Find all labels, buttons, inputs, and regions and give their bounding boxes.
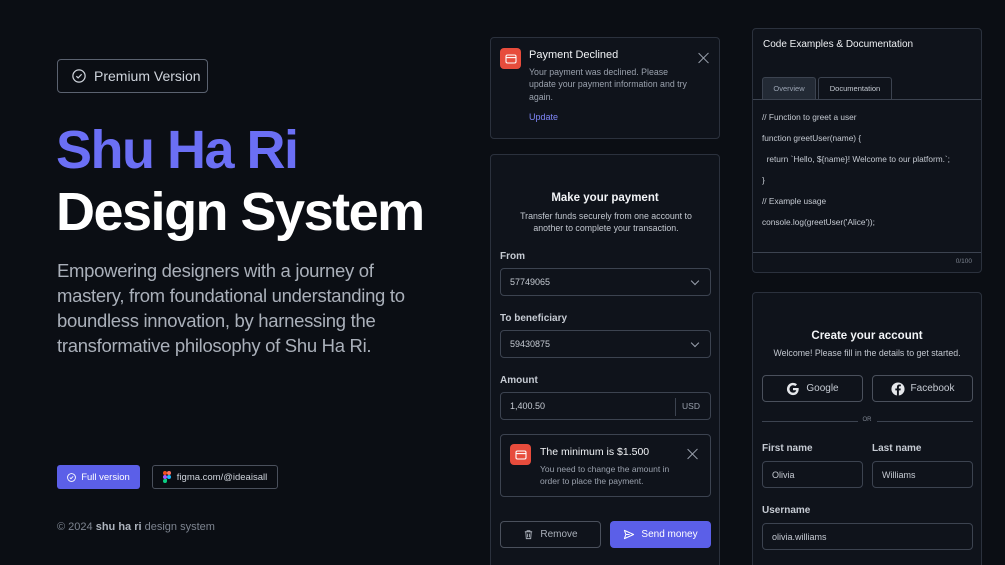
badge-label: Premium Version [94, 68, 201, 84]
code-line: console.log(greetUser('Alice')); [762, 217, 875, 227]
footer-suffix: design system [144, 521, 215, 533]
footer-year: © 2024 [57, 521, 93, 533]
check-circle-icon [67, 472, 77, 482]
account-subtitle: Welcome! Please fill in the details to g… [773, 348, 961, 358]
facebook-button[interactable]: Facebook [872, 375, 973, 402]
last-name-value: Williams [882, 469, 916, 480]
code-line: function greetUser(name) { [762, 133, 862, 143]
from-label: From [500, 251, 525, 262]
currency-label: USD [675, 398, 710, 416]
premium-badge: Premium Version [57, 59, 208, 93]
account-title: Create your account [811, 330, 923, 342]
payment-subtitle: Transfer funds securely from one account… [520, 211, 692, 233]
code-line: return `Hello, ${name}! Welcome to our p… [762, 154, 950, 164]
send-money-button[interactable]: Send money [610, 521, 711, 548]
payment-declined-alert: Payment Declined Your payment was declin… [490, 37, 720, 139]
or-separator: OR [862, 417, 872, 423]
update-link[interactable]: Update [529, 112, 558, 122]
tab-overview[interactable]: Overview [762, 77, 816, 99]
beneficiary-value: 59430875 [510, 339, 551, 349]
google-button[interactable]: Google [762, 375, 863, 402]
character-counter: 0/100 [955, 258, 972, 265]
send-icon [624, 529, 635, 540]
remove-button[interactable]: Remove [500, 521, 601, 548]
full-version-button[interactable]: Full version [57, 465, 140, 489]
divider-right [877, 421, 973, 422]
send-money-label: Send money [641, 529, 698, 540]
check-circle-icon [72, 69, 86, 83]
hero-title-accent: Shu Ha Ri [56, 120, 299, 180]
hero-title-main: Design System [56, 182, 425, 242]
code-line: // Example usage [762, 196, 827, 206]
from-value: 57749065 [510, 277, 551, 287]
google-label: Google [806, 383, 839, 394]
from-select[interactable]: 57749065 [500, 268, 711, 296]
remove-label: Remove [540, 529, 578, 540]
code-line: // Function to greet a user [762, 112, 857, 122]
payment-card: Make your payment Transfer funds securel… [490, 154, 720, 565]
figma-link-button[interactable]: figma.com/@ideaisall [152, 465, 278, 489]
code-editor[interactable]: // Function to greet a user function gre… [753, 99, 981, 253]
close-icon[interactable] [687, 448, 699, 460]
username-value: olivia.williams [772, 531, 827, 542]
first-name-input[interactable]: Olivia [762, 461, 863, 488]
code-examples-card: Code Examples & Documentation Overview D… [752, 28, 982, 273]
username-label: Username [762, 505, 811, 516]
amount-input[interactable]: 1,400.50 USD [500, 392, 711, 420]
code-card-title: Code Examples & Documentation [763, 39, 914, 50]
footer-copyright: © 2024 shu ha ri design system [57, 521, 215, 533]
tab-documentation[interactable]: Documentation [818, 77, 892, 99]
footer-brand: shu ha ri [95, 521, 142, 533]
beneficiary-select[interactable]: 59430875 [500, 330, 711, 358]
card-error-icon [500, 48, 521, 69]
figma-link-label: figma.com/@ideaisall [176, 471, 268, 483]
first-name-value: Olivia [772, 469, 795, 480]
google-icon [787, 382, 800, 395]
warning-title: The minimum is $1.500 [540, 446, 650, 458]
alert-message: Your payment was declined. Please update… [529, 67, 687, 102]
username-input[interactable]: olivia.williams [762, 523, 973, 550]
amount-label: Amount [500, 375, 538, 386]
facebook-icon [890, 381, 905, 396]
last-name-label: Last name [872, 443, 922, 454]
minimum-warning: The minimum is $1.500 You need to change… [500, 434, 711, 497]
amount-value: 1,400.50 [510, 401, 546, 411]
trash-icon [525, 530, 533, 540]
close-icon[interactable] [698, 52, 710, 64]
create-account-card: Create your account Welcome! Please fill… [752, 292, 982, 565]
last-name-input[interactable]: Williams [872, 461, 973, 488]
full-version-label: Full version [81, 471, 130, 483]
warning-message: You need to change the amount in order t… [540, 464, 670, 486]
first-name-label: First name [762, 443, 813, 454]
chevron-down-icon [690, 276, 700, 286]
figma-icon [162, 471, 171, 483]
hero-lead: Empowering designers with a journey of m… [57, 260, 405, 356]
alert-title: Payment Declined [529, 49, 619, 61]
payment-title: Make your payment [551, 192, 659, 204]
beneficiary-label: To beneficiary [500, 313, 568, 324]
facebook-label: Facebook [910, 383, 955, 394]
chevron-down-icon [690, 338, 700, 348]
code-line: } [762, 175, 765, 185]
card-error-icon [510, 444, 531, 465]
